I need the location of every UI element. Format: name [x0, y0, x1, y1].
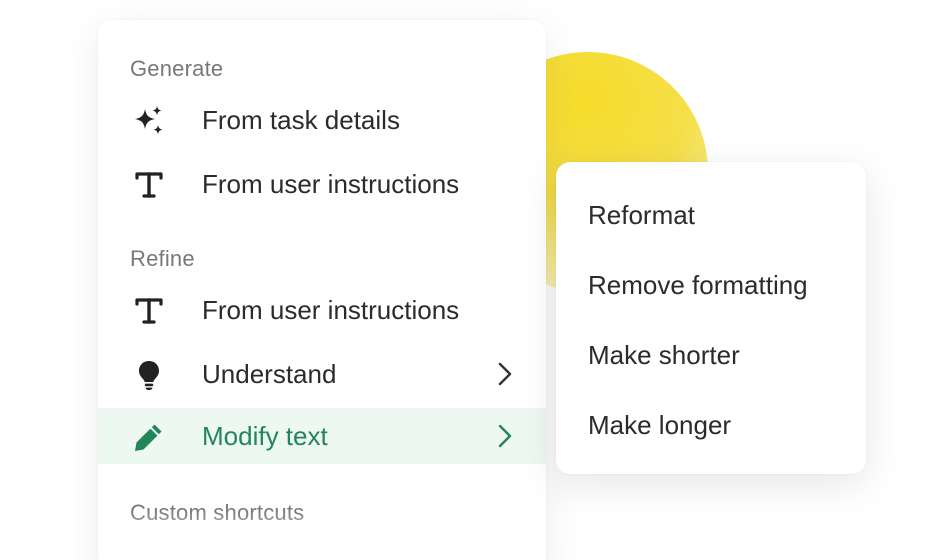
menu-item-label: From user instructions: [202, 294, 460, 325]
section-refine: Refine: [130, 246, 195, 271]
stage: Generate From task details From user ins…: [0, 0, 944, 560]
ai-menu: Generate From task details From user ins…: [98, 20, 546, 560]
text-icon: [132, 294, 166, 328]
modify-text-submenu: Reformat Remove formatting Make shorter …: [556, 162, 866, 474]
section-generate: Generate: [130, 56, 224, 81]
menu-item-label: Understand: [202, 358, 337, 389]
menu-item-from-task-details[interactable]: From task details: [98, 92, 546, 148]
menu-item-label: From task details: [202, 104, 400, 135]
submenu-item-remove-formatting[interactable]: Remove formatting: [588, 270, 808, 301]
menu-item-label: Modify text: [202, 420, 328, 451]
sparkles-icon: [132, 104, 166, 138]
submenu-item-reformat[interactable]: Reformat: [588, 200, 695, 231]
lightbulb-icon: [132, 358, 166, 392]
menu-item-generate-from-user-instructions[interactable]: From user instructions: [98, 156, 546, 212]
section-custom-shortcuts: Custom shortcuts: [130, 500, 305, 525]
chevron-right-icon: [494, 422, 518, 450]
submenu-item-make-shorter[interactable]: Make shorter: [588, 340, 740, 371]
menu-item-modify-text[interactable]: Modify text: [98, 408, 546, 464]
menu-item-understand[interactable]: Understand: [98, 346, 546, 402]
menu-item-refine-from-user-instructions[interactable]: From user instructions: [98, 282, 546, 338]
chevron-right-icon: [494, 360, 518, 388]
text-icon: [132, 168, 166, 202]
pencil-icon: [132, 420, 166, 454]
submenu-item-make-longer[interactable]: Make longer: [588, 410, 731, 441]
menu-item-label: From user instructions: [202, 168, 460, 199]
